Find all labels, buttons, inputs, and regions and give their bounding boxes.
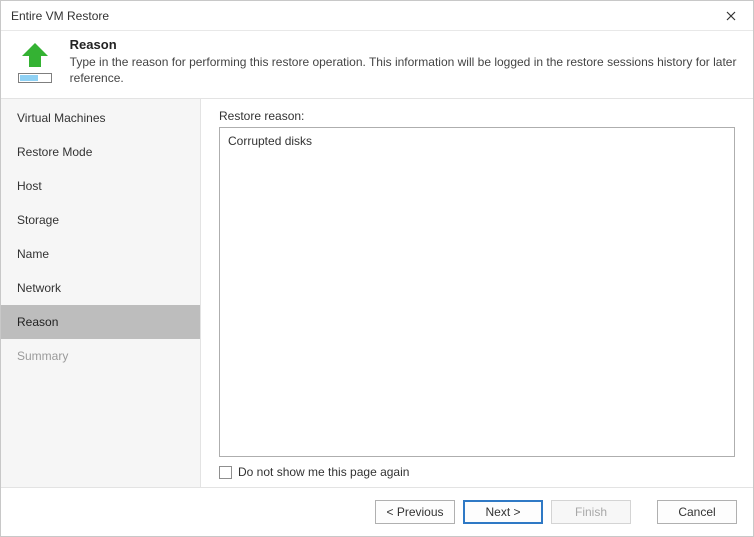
wizard-header-text: Reason Type in the reason for performing… <box>70 37 739 86</box>
sidebar-item-label: Storage <box>17 213 59 227</box>
sidebar-item-reason[interactable]: Reason <box>1 305 200 339</box>
wizard-step-description: Type in the reason for performing this r… <box>70 54 739 86</box>
sidebar-item-name[interactable]: Name <box>1 237 200 271</box>
sidebar-item-label: Reason <box>17 315 58 329</box>
button-label: Finish <box>575 505 607 519</box>
wizard-header: Reason Type in the reason for performing… <box>1 31 753 98</box>
finish-button: Finish <box>551 500 631 524</box>
close-button[interactable] <box>709 1 753 31</box>
next-button[interactable]: Next > <box>463 500 543 524</box>
sidebar-item-label: Host <box>17 179 42 193</box>
close-icon <box>726 8 736 24</box>
sidebar-item-host[interactable]: Host <box>1 169 200 203</box>
dont-show-checkbox[interactable] <box>219 466 232 479</box>
sidebar-item-storage[interactable]: Storage <box>1 203 200 237</box>
button-label: < Previous <box>386 505 443 519</box>
button-label: Next > <box>485 505 520 519</box>
sidebar-item-virtual-machines[interactable]: Virtual Machines <box>1 101 200 135</box>
wizard-steps-sidebar: Virtual Machines Restore Mode Host Stora… <box>1 99 201 487</box>
dont-show-label: Do not show me this page again <box>238 465 409 479</box>
wizard-step-title: Reason <box>70 37 739 52</box>
sidebar-item-label: Restore Mode <box>17 145 92 159</box>
reason-field-label: Restore reason: <box>219 109 735 123</box>
button-label: Cancel <box>678 505 715 519</box>
arrow-up-icon <box>18 41 52 69</box>
sidebar-item-summary: Summary <box>1 339 200 373</box>
window-title: Entire VM Restore <box>11 9 709 23</box>
wizard-icon <box>15 37 56 86</box>
wizard-body: Virtual Machines Restore Mode Host Stora… <box>1 98 753 487</box>
button-gap <box>639 500 649 524</box>
reason-textarea[interactable] <box>219 127 735 457</box>
sidebar-item-restore-mode[interactable]: Restore Mode <box>1 135 200 169</box>
previous-button[interactable]: < Previous <box>375 500 455 524</box>
sidebar-item-label: Summary <box>17 349 68 363</box>
dont-show-row[interactable]: Do not show me this page again <box>219 465 735 479</box>
cancel-button[interactable]: Cancel <box>657 500 737 524</box>
sidebar-item-label: Network <box>17 281 61 295</box>
wizard-main-panel: Restore reason: Do not show me this page… <box>201 99 753 487</box>
sidebar-item-label: Virtual Machines <box>17 111 106 125</box>
wizard-footer: < Previous Next > Finish Cancel <box>1 487 753 536</box>
sidebar-item-network[interactable]: Network <box>1 271 200 305</box>
progress-bar-icon <box>18 73 52 83</box>
title-bar: Entire VM Restore <box>1 1 753 31</box>
sidebar-item-label: Name <box>17 247 49 261</box>
